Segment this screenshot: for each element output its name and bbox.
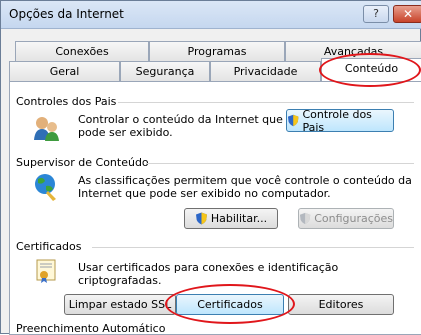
help-icon: ?	[373, 7, 379, 20]
tab-content[interactable]: Conteúdo	[321, 58, 421, 81]
supervisor-description-line2: Internet que pode ser exibido no computa…	[78, 187, 331, 200]
title-bar[interactable]: Opções da Internet ? ✕	[1, 1, 421, 29]
close-button[interactable]: ✕	[393, 5, 421, 23]
close-icon: ✕	[402, 7, 414, 21]
certificates-section-title: Certificados	[16, 240, 82, 253]
tab-programs[interactable]: Programas	[149, 41, 285, 61]
divider	[118, 102, 414, 103]
certificate-icon	[36, 259, 56, 283]
autocomplete-section-title: Preenchimento Automático	[16, 322, 166, 335]
tab-privacy[interactable]: Privacidade	[210, 61, 321, 81]
content-panel: Controles dos Pais Controlar o conteúdo …	[9, 81, 421, 335]
content-advisor-icon	[35, 174, 56, 201]
internet-options-dialog: Opções da Internet ? ✕ Conexões Programa…	[0, 0, 421, 335]
divider	[92, 247, 414, 248]
divider	[146, 163, 414, 164]
uac-shield-icon	[287, 114, 299, 127]
enable-button[interactable]: Habilitar...	[184, 208, 278, 229]
parental-users-icon	[34, 117, 59, 141]
certificates-description: Usar certificados para conexões e identi…	[78, 261, 339, 287]
supervisor-section-title: Supervisor de Conteúdo	[16, 156, 149, 169]
tab-security[interactable]: Segurança	[120, 61, 210, 81]
supervisor-description-line1: As classificações permitem que você cont…	[78, 174, 412, 187]
publishers-button[interactable]: Editores	[288, 294, 394, 315]
certificates-button[interactable]: Certificados	[176, 294, 284, 315]
parental-section-title: Controles dos Pais	[16, 95, 117, 108]
uac-shield-icon	[299, 212, 311, 225]
window-title: Opções da Internet	[9, 7, 124, 21]
clear-ssl-state-button[interactable]: Limpar estado SSL	[64, 294, 176, 315]
settings-button[interactable]: Configurações	[298, 208, 394, 229]
uac-shield-icon	[195, 212, 207, 225]
parental-description-line2: pode ser exibido.	[78, 126, 173, 139]
tab-general[interactable]: Geral	[9, 61, 120, 81]
tab-connections[interactable]: Conexões	[15, 41, 149, 61]
parental-description-line1: Controlar o conteúdo da Internet que	[78, 113, 283, 126]
help-button[interactable]: ?	[363, 5, 389, 23]
parental-controls-button[interactable]: Controle dos Pais	[286, 108, 394, 134]
